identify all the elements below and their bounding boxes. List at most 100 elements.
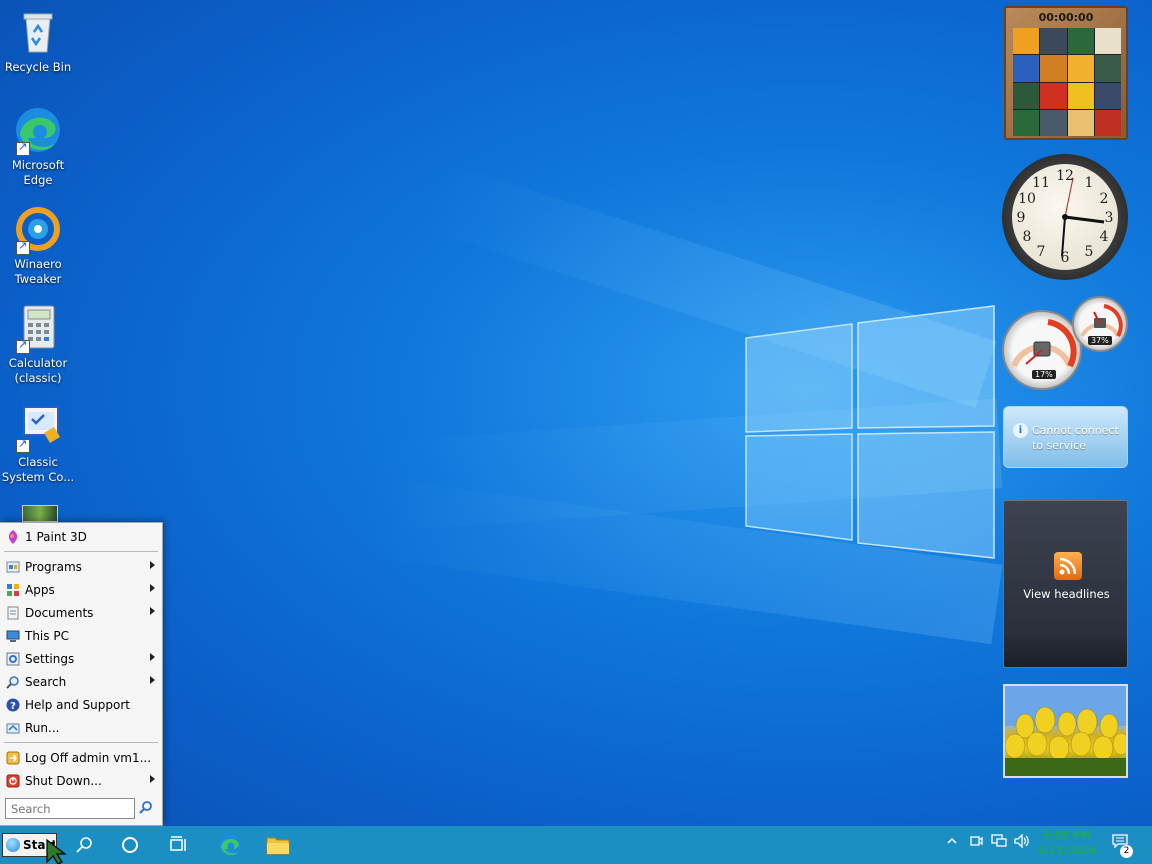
help-icon: ? [5, 697, 21, 713]
clock-gadget[interactable]: 12 1 2 3 4 5 6 7 8 9 10 11 [1002, 154, 1128, 280]
this-pc-label: This PC [25, 628, 69, 643]
desktop-icon-classic-system-config[interactable]: Classic System Co... [0, 403, 76, 485]
winaero-tweaker-icon [14, 205, 62, 255]
paint-3d-icon [5, 529, 21, 545]
tulips-image [1004, 686, 1130, 776]
taskbar-clock[interactable]: 5:09 PM 6/15/2024 [1038, 829, 1097, 861]
start-menu-search[interactable]: Search [0, 670, 162, 693]
settings-icon [5, 651, 21, 667]
winaero-label-1: Winaero [14, 257, 62, 271]
feed-headlines-gadget[interactable]: View headlines [1003, 500, 1128, 668]
puzzle-timer: 00:00:00 [1038, 10, 1094, 24]
documents-label: Documents [25, 605, 94, 620]
submenu-arrow-icon [150, 676, 155, 684]
puzzle-timer-bar: 00:00:00 [1006, 8, 1126, 26]
taskbar-file-explorer-button[interactable] [258, 830, 298, 860]
log-off-label: Log Off admin vm1... [25, 750, 152, 765]
shut-down-label: Shut Down... [25, 773, 102, 788]
notification-count-badge: 2 [1120, 845, 1133, 858]
show-hidden-icons-chevron-icon[interactable] [942, 834, 962, 854]
start-menu-divider [4, 551, 158, 552]
meet-now-icon[interactable] [966, 834, 986, 854]
slideshow-gadget[interactable] [1003, 684, 1130, 778]
start-menu-run[interactable]: Run... [0, 716, 162, 739]
clock-date: 6/15/2024 [1038, 845, 1097, 857]
desktop-icon-edge[interactable]: Microsoft Edge [0, 106, 76, 188]
ram-gauge: 37% [1072, 296, 1128, 352]
system-config-label-2: System Co... [1, 470, 75, 484]
edge-icon [14, 106, 62, 156]
clock-time: 5:09 PM [1043, 830, 1091, 842]
log-off-icon [5, 750, 21, 766]
cpu-meter-gadget[interactable]: 17% 37% [1002, 296, 1128, 392]
shortcut-arrow-icon [16, 239, 30, 255]
start-orb-icon [6, 838, 20, 852]
view-headlines-link[interactable]: View headlines [1004, 587, 1129, 601]
weather-message: Cannot connect to service [1032, 423, 1119, 453]
submenu-arrow-icon [150, 653, 155, 661]
programs-icon [5, 559, 21, 575]
run-label: Run... [25, 720, 60, 735]
cpu-gauge: 17% [1002, 310, 1082, 390]
rss-icon [1054, 552, 1082, 580]
shortcut-arrow-icon [16, 437, 30, 453]
start-menu-this-pc[interactable]: This PC [0, 624, 162, 647]
documents-icon [5, 605, 21, 621]
calculator-icon [14, 304, 62, 354]
edge-label-2: Edge [23, 173, 53, 187]
desktop-icon-recycle-bin[interactable]: Recycle Bin [0, 8, 76, 75]
volume-icon[interactable] [1012, 833, 1032, 854]
system-config-label-1: Classic [18, 455, 58, 469]
search-icon [76, 837, 92, 853]
folder-icon [266, 837, 290, 855]
desktop-icon-calculator[interactable]: Calculator (classic) [0, 304, 76, 386]
desktop-icon-winaero-tweaker[interactable]: Winaero Tweaker [0, 205, 76, 287]
cortana-button[interactable] [110, 830, 150, 860]
run-icon [5, 720, 21, 736]
help-label: Help and Support [25, 697, 130, 712]
desktop-icon-partial[interactable] [22, 505, 58, 522]
puzzle-grid[interactable] [1013, 28, 1121, 136]
windows-logo [745, 305, 995, 559]
start-menu: 1 Paint 3D Programs Apps Documents This … [0, 522, 163, 826]
start-menu-help[interactable]: ? Help and Support [0, 693, 162, 716]
cpu-percent: 17% [1032, 370, 1056, 379]
calculator-label-2: (classic) [14, 371, 62, 385]
start-menu-shut-down[interactable]: Shut Down... [0, 769, 162, 792]
computer-icon [5, 628, 21, 644]
edge-label-1: Microsoft [11, 158, 65, 172]
start-menu-divider [4, 742, 158, 743]
apps-icon [5, 582, 21, 598]
taskbar-edge-button[interactable] [210, 830, 250, 860]
network-icon[interactable] [989, 834, 1009, 854]
shortcut-arrow-icon [16, 140, 30, 156]
search-button[interactable] [64, 830, 104, 860]
system-config-icon [14, 403, 62, 453]
start-menu-paint-3d[interactable]: 1 Paint 3D [0, 525, 162, 548]
paint-3d-label: 1 Paint 3D [25, 529, 87, 544]
recycle-bin-icon [14, 8, 62, 56]
submenu-arrow-icon [150, 584, 155, 592]
taskbar: Start 5:09 PM 6/15/2024 2 [0, 826, 1152, 864]
submenu-arrow-icon [150, 561, 155, 569]
search-label: Search [25, 674, 67, 689]
search-icon[interactable] [138, 800, 154, 816]
search-icon [5, 674, 21, 690]
weather-gadget[interactable]: i Cannot connect to service [1003, 406, 1128, 468]
weather-message-line1: Cannot connect [1032, 424, 1119, 437]
start-menu-settings[interactable]: Settings [0, 647, 162, 670]
svg-text:?: ? [10, 701, 16, 712]
edge-icon [219, 834, 241, 856]
start-menu-documents[interactable]: Documents [0, 601, 162, 624]
shut-down-icon [5, 773, 21, 789]
shortcut-arrow-icon [16, 338, 30, 354]
start-menu-log-off[interactable]: Log Off admin vm1... [0, 746, 162, 769]
start-menu-programs[interactable]: Programs [0, 555, 162, 578]
start-menu-search-input[interactable] [5, 798, 135, 819]
task-view-button[interactable] [158, 830, 198, 860]
submenu-arrow-icon [150, 607, 155, 615]
picture-puzzle-gadget[interactable]: 00:00:00 [1004, 6, 1128, 140]
recycle-bin-label: Recycle Bin [4, 60, 72, 74]
start-menu-apps[interactable]: Apps [0, 578, 162, 601]
winaero-label-2: Tweaker [14, 272, 62, 286]
